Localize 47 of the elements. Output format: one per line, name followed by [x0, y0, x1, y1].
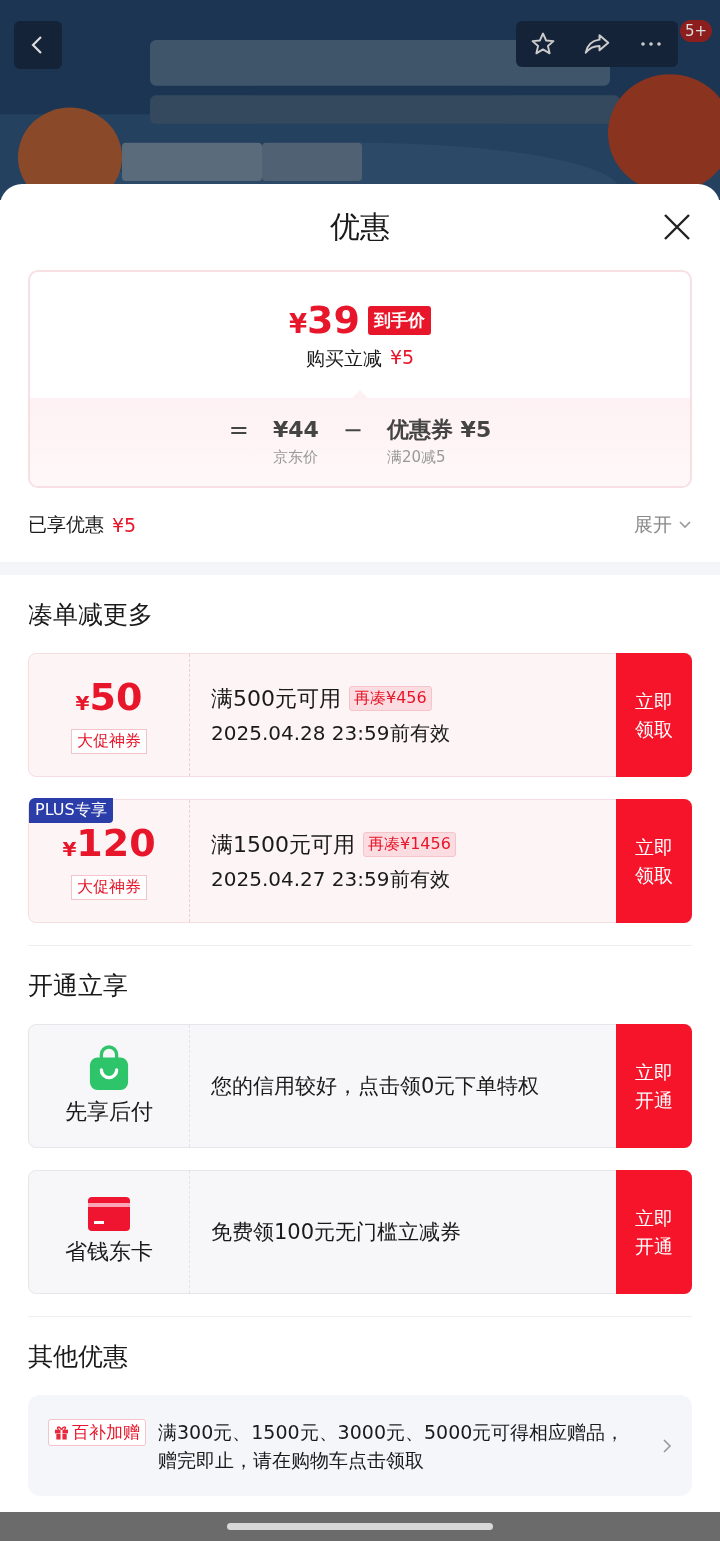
coupon-tag: 大促神券 — [71, 728, 147, 754]
final-price: ¥39 — [289, 298, 360, 342]
section-title: 开通立享 — [28, 969, 129, 1002]
coupon-amount: ¥120 — [62, 822, 156, 867]
coupon-validity: 2025.04.27 23:59前有效 — [211, 865, 451, 893]
coupon-discount: 优惠券 ¥5 — [386, 416, 492, 444]
plus-badge: PLUS专享 — [29, 798, 113, 823]
shopping-bag-icon — [88, 1045, 130, 1091]
claim-button[interactable]: 立即领取 — [616, 799, 692, 923]
enjoyed-discount-amount: ¥5 — [112, 514, 137, 536]
gift-offer-text: 满300元、1500元、3000元、5000元可得相应赠品，赠完即止，请在购物车点击领取 — [158, 1419, 626, 1473]
service-description: 免费领100元无门槛立减券 — [211, 1219, 463, 1246]
gift-tag-label: 百补加赠 — [72, 1421, 140, 1444]
base-price: ¥44 — [272, 416, 319, 444]
minus-sign: − — [342, 416, 363, 444]
coupon-tag: 大促神券 — [71, 874, 147, 900]
back-button[interactable] — [14, 21, 62, 69]
service-name: 省钱东卡 — [65, 1238, 153, 1266]
claim-button[interactable]: 立即领取 — [616, 653, 692, 777]
coupon-condition: 满500元可用 — [211, 684, 341, 713]
remaining-amount-tag: 再凑¥456 — [349, 686, 432, 711]
coupon-condition: 满1500元可用 — [211, 830, 355, 859]
base-price-label: 京东价 — [272, 448, 319, 467]
instant-discount-label: 购买立减 — [305, 346, 382, 371]
coupon-amount: ¥50 — [75, 676, 143, 721]
activate-button[interactable]: 立即开通 — [616, 1024, 692, 1148]
expand-button[interactable]: 展开 — [634, 512, 692, 538]
close-button[interactable] — [662, 212, 692, 242]
instant-discount-amount: ¥5 — [389, 346, 415, 370]
coupon-rule: 满20减5 — [386, 448, 447, 467]
sheet-title: 优惠 — [330, 207, 390, 246]
chevron-right-icon — [662, 1437, 672, 1454]
enjoyed-discount-label: 已享优惠 — [28, 512, 104, 537]
gift-offer-row[interactable]: 百补加赠 满300元、1500元、3000元、5000元可得相应赠品，赠完即止，请在购物车点击领取 — [28, 1395, 692, 1496]
card-icon — [88, 1197, 130, 1231]
remaining-amount-tag: 再凑¥1456 — [363, 832, 456, 857]
gift-icon — [54, 1425, 69, 1440]
close-icon — [663, 213, 691, 241]
chevron-down-icon — [678, 520, 692, 530]
coupon-validity: 2025.04.28 23:59前有效 — [211, 719, 451, 747]
service-description: 您的信用较好，点击领0元下单特权 — [211, 1073, 541, 1100]
section-title: 凑单减更多 — [28, 598, 154, 631]
activate-button[interactable]: 立即开通 — [616, 1170, 692, 1294]
equals-sign: = — [228, 416, 249, 444]
section-title: 其他优惠 — [28, 1340, 129, 1373]
service-name: 先享后付 — [65, 1098, 153, 1126]
final-price-tag: 到手价 — [368, 305, 431, 335]
